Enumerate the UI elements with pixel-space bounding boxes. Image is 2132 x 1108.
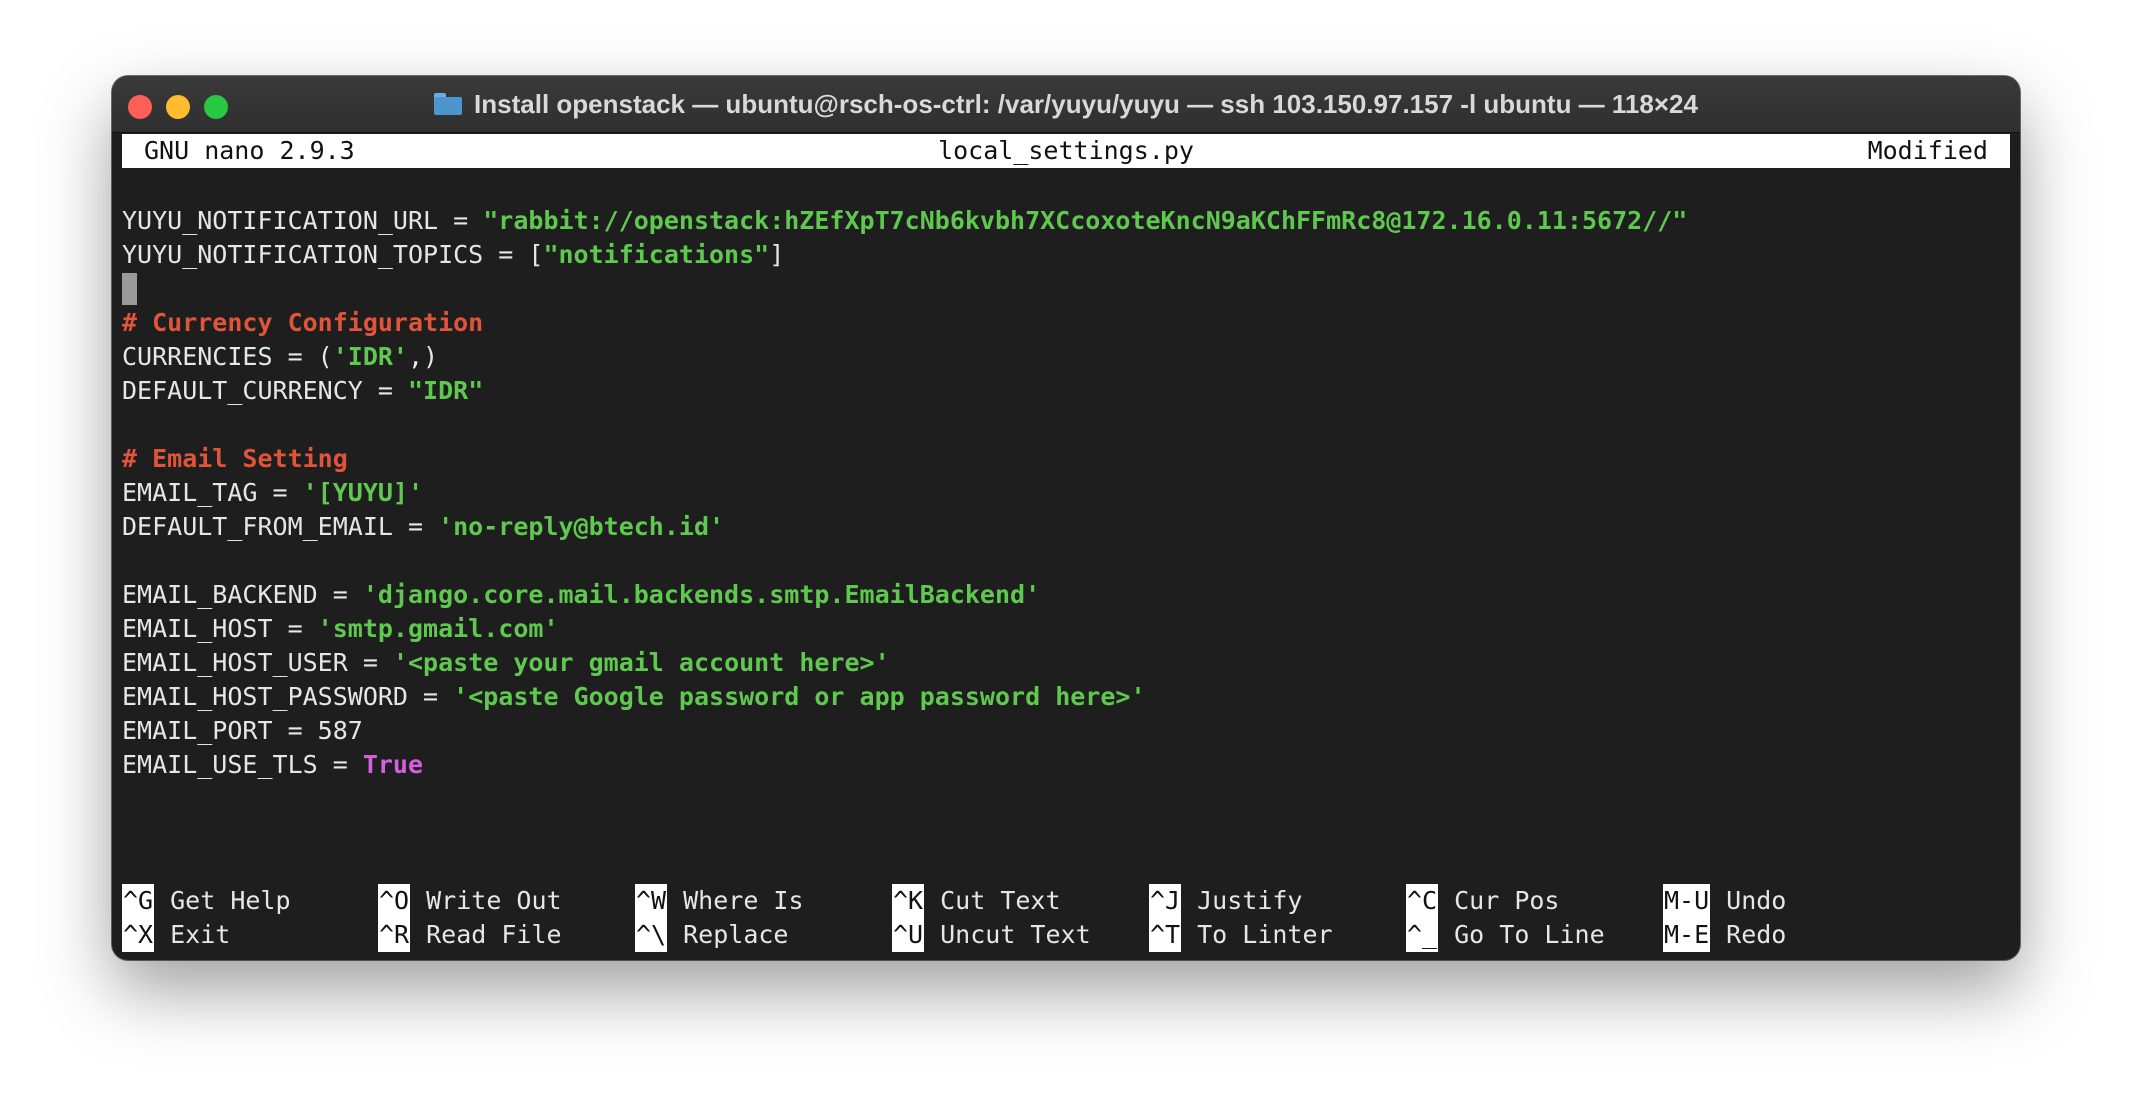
shortcut-label: Write Out	[426, 886, 562, 915]
nano-version: GNU nano 2.9.3	[144, 136, 355, 165]
shortcut-label: Read File	[426, 920, 562, 949]
shortcut-key: ^T	[1149, 918, 1182, 952]
code-line: EMAIL_PORT = 587	[122, 714, 2010, 748]
shortcut-label: Where Is	[683, 886, 804, 915]
code-text: DEFAULT_CURRENCY =	[122, 376, 408, 405]
code-string: 'no-reply@btech.id'	[438, 512, 725, 541]
code-line: # Currency Configuration	[122, 306, 2010, 340]
shortcut-label: Undo	[1726, 886, 1787, 915]
shortcut-key: ^R	[378, 918, 411, 952]
code-line: # Email Setting	[122, 442, 2010, 476]
shortcut-key: ^U	[892, 918, 925, 952]
code-text: CURRENCIES = (	[122, 342, 333, 371]
code-line: DEFAULT_CURRENCY = "IDR"	[122, 374, 2010, 408]
nano-shortcut-bar: ^G Get Help ^X Exit ^O Write Out ^R Read Fil…	[122, 884, 2010, 952]
code-line: CURRENCIES = ('IDR',)	[122, 340, 2010, 374]
shortcut-where-is[interactable]: ^W Where Is	[635, 884, 804, 918]
shortcut-redo[interactable]: M-E Redo	[1663, 918, 1786, 952]
shortcut-key: ^W	[635, 884, 668, 918]
shortcut-key: M-E	[1663, 918, 1711, 952]
shortcut-label: Exit	[170, 920, 231, 949]
code-text: DEFAULT_FROM_EMAIL =	[122, 512, 439, 541]
nano-header-bar: local_settings.py GNU nano 2.9.3 Modifie…	[122, 134, 2010, 168]
shortcut-key: ^G	[122, 884, 155, 918]
code-string: 'django.core.mail.backends.smtp.EmailBac…	[362, 580, 1041, 609]
shortcut-cut-text[interactable]: ^K Cut Text	[892, 884, 1061, 918]
code-text: EMAIL_HOST_PASSWORD =	[122, 682, 454, 711]
code-line: EMAIL_HOST = 'smtp.gmail.com'	[122, 612, 2010, 646]
shortcut-label: Cur Pos	[1454, 886, 1560, 915]
code-line: EMAIL_TAG = '[YUYU]'	[122, 476, 2010, 510]
code-string: '<paste Google password or app password …	[453, 682, 1146, 711]
code-line: EMAIL_HOST_PASSWORD = '<paste Google pas…	[122, 680, 2010, 714]
shortcut-label: Uncut Text	[940, 920, 1091, 949]
code-text: EMAIL_BACKEND =	[122, 580, 363, 609]
code-text: EMAIL_USE_TLS =	[122, 750, 363, 779]
shortcut-go-to-line[interactable]: ^_ Go To Line	[1406, 918, 1605, 952]
code-text: EMAIL_HOST_USER =	[122, 648, 393, 677]
shortcut-exit[interactable]: ^X Exit	[122, 918, 230, 952]
shortcut-get-help[interactable]: ^G Get Help	[122, 884, 291, 918]
window-title: Install openstack — ubuntu@rsch-os-ctrl:…	[474, 88, 1698, 119]
code-string: '[YUYU]'	[302, 478, 424, 507]
shortcut-label: Go To Line	[1454, 920, 1605, 949]
shortcut-label: Cut Text	[940, 886, 1061, 915]
code-string: "notifications"	[543, 240, 770, 269]
code-text: EMAIL_HOST =	[122, 614, 318, 643]
code-text: ,)	[407, 342, 439, 371]
code-line-cursor	[122, 272, 2010, 306]
code-string: 'IDR'	[332, 342, 408, 371]
window-title-container: Install openstack — ubuntu@rsch-os-ctrl:…	[112, 76, 2020, 132]
shortcut-read-file[interactable]: ^R Read File	[378, 918, 562, 952]
code-text: EMAIL_PORT = 587	[122, 716, 363, 745]
shortcut-label: To Linter	[1197, 920, 1333, 949]
title-bar[interactable]: Install openstack — ubuntu@rsch-os-ctrl:…	[112, 76, 2020, 133]
terminal-window: Install openstack — ubuntu@rsch-os-ctrl:…	[112, 76, 2020, 960]
editor-text-area[interactable]: YUYU_NOTIFICATION_URL = "rabbit://openst…	[122, 204, 2010, 782]
shortcut-uncut-text[interactable]: ^U Uncut Text	[892, 918, 1091, 952]
code-line: YUYU_NOTIFICATION_URL = "rabbit://openst…	[122, 204, 2010, 238]
shortcut-key: ^O	[378, 884, 411, 918]
shortcut-label: Get Help	[170, 886, 291, 915]
shortcut-undo[interactable]: M-U Undo	[1663, 884, 1786, 918]
code-text: YUYU_NOTIFICATION_URL =	[122, 206, 484, 235]
code-text: ]	[769, 240, 785, 269]
nano-modified-state: Modified	[1867, 136, 1988, 165]
code-comment: # Currency Configuration	[122, 308, 484, 337]
code-keyword: True	[362, 750, 424, 779]
shortcut-write-out[interactable]: ^O Write Out	[378, 884, 562, 918]
code-line: EMAIL_BACKEND = 'django.core.mail.backen…	[122, 578, 2010, 612]
code-line: YUYU_NOTIFICATION_TOPICS = ["notificatio…	[122, 238, 2010, 272]
nano-filename: local_settings.py	[938, 136, 1194, 165]
shortcut-justify[interactable]: ^J Justify	[1149, 884, 1302, 918]
shortcut-key: ^K	[892, 884, 925, 918]
code-line: DEFAULT_FROM_EMAIL = 'no-reply@btech.id'	[122, 510, 2010, 544]
code-string: "IDR"	[407, 376, 484, 405]
shortcut-to-linter[interactable]: ^T To Linter	[1149, 918, 1333, 952]
shortcut-label: Justify	[1197, 886, 1303, 915]
shortcut-label: Replace	[683, 920, 789, 949]
shortcut-key: ^X	[122, 918, 155, 952]
code-text: EMAIL_TAG =	[122, 478, 303, 507]
shortcut-key: ^_	[1406, 918, 1439, 952]
code-text: YUYU_NOTIFICATION_TOPICS = [	[122, 240, 544, 269]
shortcut-key: ^C	[1406, 884, 1439, 918]
text-cursor	[122, 273, 137, 305]
code-string: '<paste your gmail account here>'	[392, 648, 890, 677]
code-string: "rabbit://openstack:hZEfXpT7cNb6kvbh7XCc…	[483, 206, 1688, 235]
code-line: EMAIL_USE_TLS = True	[122, 748, 2010, 782]
shortcut-key: ^J	[1149, 884, 1182, 918]
shortcut-replace[interactable]: ^\ Replace	[635, 918, 788, 952]
shortcut-label: Redo	[1726, 920, 1787, 949]
shortcut-cur-pos[interactable]: ^C Cur Pos	[1406, 884, 1559, 918]
folder-icon	[434, 93, 463, 115]
shortcut-key: ^\	[635, 918, 668, 952]
code-comment: # Email Setting	[122, 444, 348, 473]
shortcut-key: M-U	[1663, 884, 1711, 918]
code-string: 'smtp.gmail.com'	[317, 614, 559, 643]
code-line: EMAIL_HOST_USER = '<paste your gmail acc…	[122, 646, 2010, 680]
